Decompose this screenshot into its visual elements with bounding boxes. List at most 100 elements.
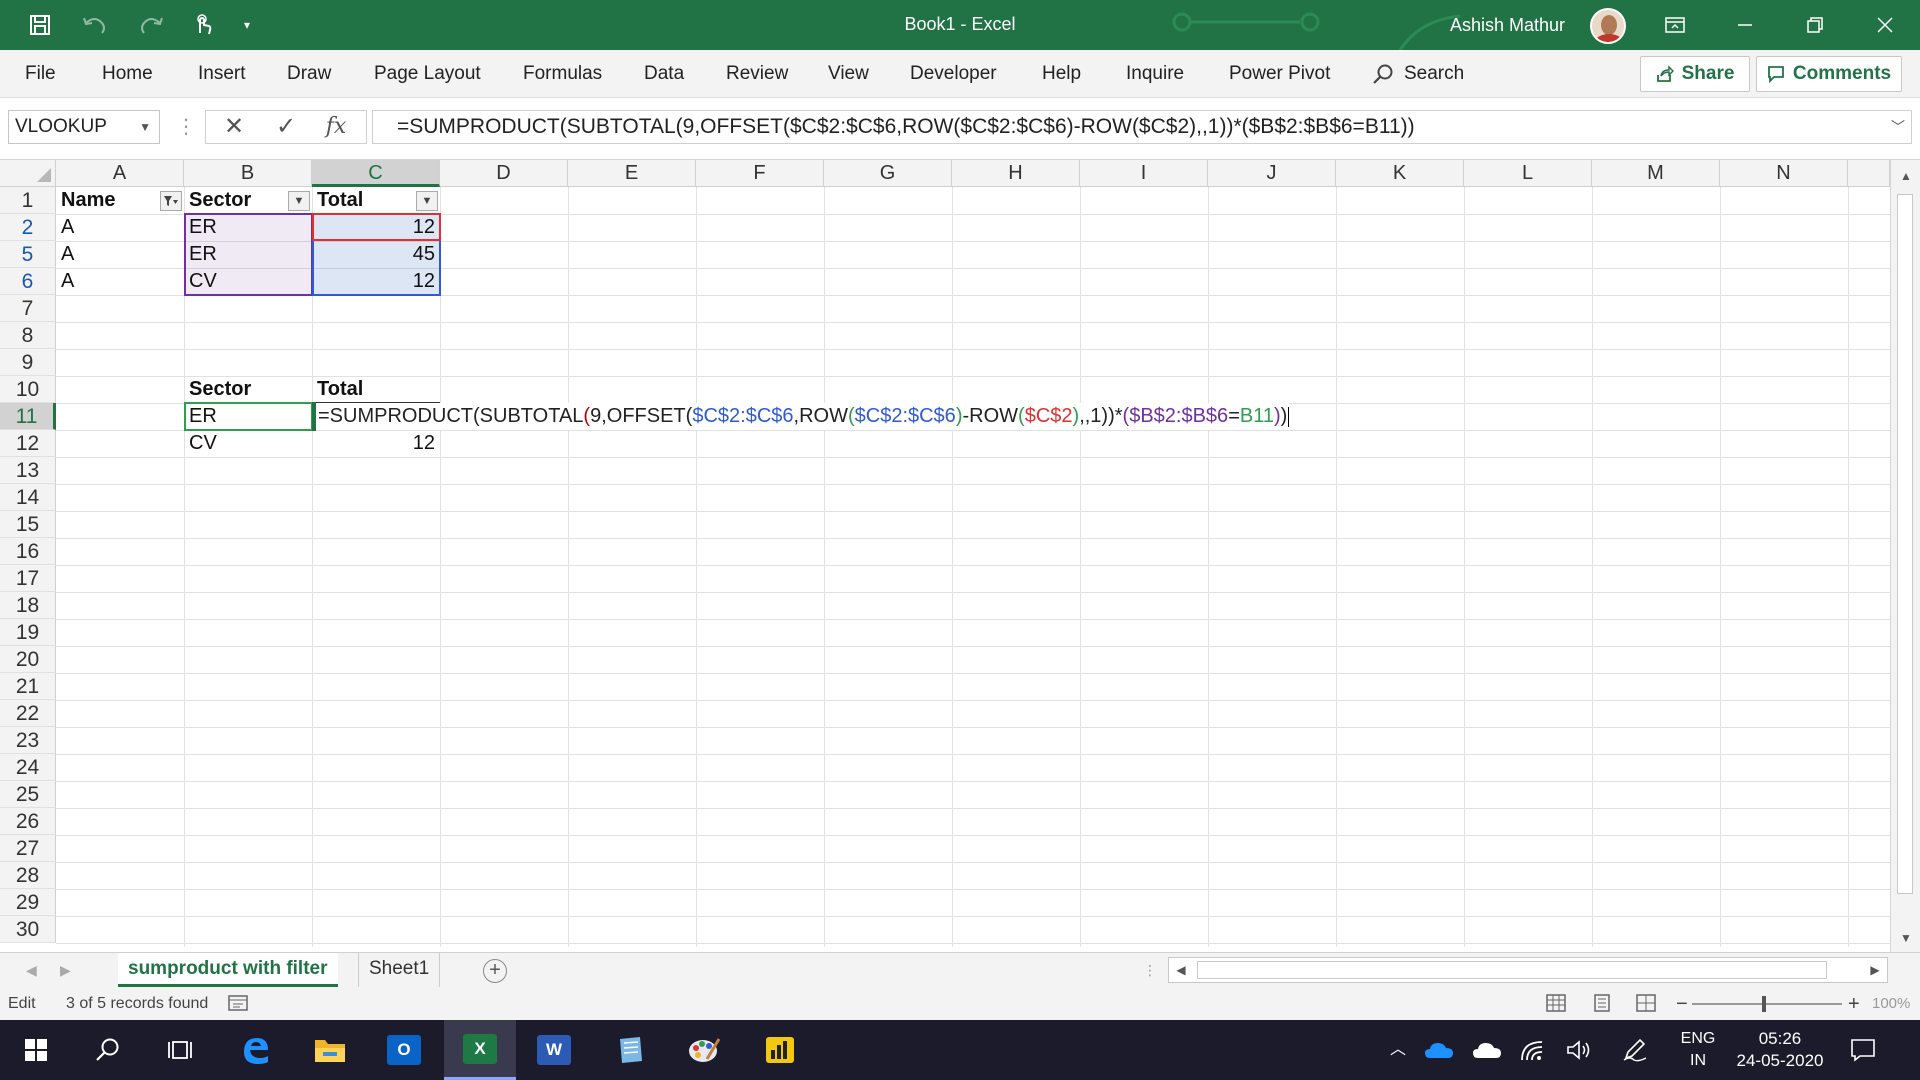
confirm-entry-icon[interactable]: ✓ bbox=[266, 111, 306, 143]
outlook-icon[interactable]: O bbox=[368, 1020, 440, 1080]
page-break-view-icon[interactable] bbox=[1636, 994, 1658, 1014]
zoom-slider[interactable] bbox=[1692, 1003, 1842, 1005]
column-header-k[interactable]: K bbox=[1336, 160, 1464, 187]
cell-a5[interactable]: A bbox=[56, 241, 184, 268]
row-header-28[interactable]: 28 bbox=[0, 862, 56, 889]
horizontal-scroll-thumb[interactable] bbox=[1197, 961, 1827, 979]
row-header-17[interactable]: 17 bbox=[0, 565, 56, 592]
tab-view[interactable]: View bbox=[828, 50, 869, 98]
tab-home[interactable]: Home bbox=[102, 50, 153, 98]
undo-icon[interactable] bbox=[70, 0, 120, 50]
row-header-6[interactable]: 6 bbox=[0, 268, 56, 295]
row-header-8[interactable]: 8 bbox=[0, 322, 56, 349]
cell-c2[interactable]: 12 bbox=[312, 214, 440, 241]
cell-c11-editor[interactable]: =SUMPRODUCT(SUBTOTAL(9,OFFSET($C$2:$C$6,… bbox=[314, 403, 1290, 430]
tab-formulas[interactable]: Formulas bbox=[523, 50, 602, 98]
cell-b10[interactable]: Sector bbox=[184, 376, 312, 403]
row-header-2[interactable]: 2 bbox=[0, 214, 56, 241]
onedrive-personal-icon[interactable] bbox=[1472, 1020, 1512, 1080]
scroll-right-icon[interactable]: ▶ bbox=[1863, 958, 1887, 982]
expand-formula-bar-icon[interactable]: ﹀ bbox=[1891, 111, 1905, 143]
onedrive-business-icon[interactable] bbox=[1424, 1020, 1464, 1080]
sheet-next-icon[interactable]: ▶ bbox=[60, 953, 71, 987]
column-header-a[interactable]: A bbox=[56, 160, 184, 187]
row-header-30[interactable]: 30 bbox=[0, 916, 56, 943]
row-header-13[interactable]: 13 bbox=[0, 457, 56, 484]
row-header-29[interactable]: 29 bbox=[0, 889, 56, 916]
row-header-23[interactable]: 23 bbox=[0, 727, 56, 754]
page-layout-view-icon[interactable] bbox=[1592, 994, 1614, 1014]
search-box[interactable]: Search bbox=[1372, 50, 1464, 98]
zoom-level[interactable]: 100% bbox=[1872, 988, 1910, 1020]
column-header-b[interactable]: B bbox=[184, 160, 312, 187]
spreadsheet-grid[interactable]: A B C D E F G H I J K L M N 1 2 5 6 7 8 … bbox=[0, 160, 1920, 952]
row-header-20[interactable]: 20 bbox=[0, 646, 56, 673]
filter-applied-icon[interactable] bbox=[160, 191, 182, 211]
formula-bar-grip-icon[interactable]: ⋮ bbox=[176, 110, 196, 144]
chevron-down-icon[interactable]: ▼ bbox=[139, 111, 151, 143]
zoom-in-icon[interactable]: + bbox=[1848, 988, 1860, 1020]
column-header-j[interactable]: J bbox=[1208, 160, 1336, 187]
row-header-5[interactable]: 5 bbox=[0, 241, 56, 268]
row-header-1[interactable]: 1 bbox=[0, 187, 56, 214]
row-header-19[interactable]: 19 bbox=[0, 619, 56, 646]
search-icon[interactable] bbox=[72, 1020, 144, 1080]
row-header-25[interactable]: 25 bbox=[0, 781, 56, 808]
ribbon-display-options-icon[interactable] bbox=[1640, 0, 1710, 50]
minimize-icon[interactable] bbox=[1710, 0, 1780, 50]
column-header-n[interactable]: N bbox=[1720, 160, 1848, 187]
vertical-scrollbar[interactable]: ▲ ▼ bbox=[1890, 160, 1920, 952]
pen-workspace-icon[interactable] bbox=[1622, 1020, 1662, 1080]
wifi-icon[interactable] bbox=[1520, 1020, 1560, 1080]
tab-draw[interactable]: Draw bbox=[287, 50, 331, 98]
column-header-o[interactable] bbox=[1848, 160, 1890, 187]
column-header-g[interactable]: G bbox=[824, 160, 952, 187]
tab-power-pivot[interactable]: Power Pivot bbox=[1229, 50, 1330, 98]
close-icon[interactable] bbox=[1850, 0, 1920, 50]
share-button[interactable]: Share bbox=[1640, 56, 1750, 92]
start-windows-icon[interactable] bbox=[0, 1020, 72, 1080]
tab-page-layout[interactable]: Page Layout bbox=[374, 50, 481, 98]
name-box[interactable]: VLOOKUP ▼ bbox=[8, 110, 160, 144]
cell-a6[interactable]: A bbox=[56, 268, 184, 295]
excel-taskbar-icon[interactable]: X bbox=[444, 1020, 516, 1080]
word-icon[interactable]: W bbox=[518, 1020, 590, 1080]
sheet-tab-sumproduct-with-filter[interactable]: sumproduct with filter bbox=[118, 953, 338, 987]
row-header-9[interactable]: 9 bbox=[0, 349, 56, 376]
restore-icon[interactable] bbox=[1780, 0, 1850, 50]
cell-b12[interactable]: CV bbox=[184, 430, 312, 457]
column-header-m[interactable]: M bbox=[1592, 160, 1720, 187]
column-header-i[interactable]: I bbox=[1080, 160, 1208, 187]
tab-developer[interactable]: Developer bbox=[910, 50, 997, 98]
touch-mode-icon[interactable] bbox=[178, 0, 228, 50]
zoom-out-icon[interactable]: − bbox=[1676, 988, 1688, 1020]
row-header-26[interactable]: 26 bbox=[0, 808, 56, 835]
customize-qat-icon[interactable]: ▾ bbox=[232, 0, 262, 50]
sheet-prev-icon[interactable]: ◀ bbox=[26, 953, 37, 987]
user-name[interactable]: Ashish Mathur bbox=[1450, 0, 1565, 50]
tab-file[interactable]: File bbox=[25, 50, 56, 98]
column-header-c[interactable]: C bbox=[312, 160, 440, 187]
power-bi-icon[interactable] bbox=[744, 1020, 816, 1080]
tab-review[interactable]: Review bbox=[726, 50, 788, 98]
zoom-slider-thumb[interactable] bbox=[1762, 996, 1766, 1012]
notepad-icon[interactable] bbox=[594, 1020, 666, 1080]
row-header-21[interactable]: 21 bbox=[0, 673, 56, 700]
row-header-22[interactable]: 22 bbox=[0, 700, 56, 727]
row-header-18[interactable]: 18 bbox=[0, 592, 56, 619]
volume-icon[interactable] bbox=[1566, 1020, 1606, 1080]
scroll-left-icon[interactable]: ◀ bbox=[1169, 958, 1193, 982]
column-header-d[interactable]: D bbox=[440, 160, 568, 187]
row-header-24[interactable]: 24 bbox=[0, 754, 56, 781]
show-hidden-icons-icon[interactable]: ︿ bbox=[1380, 1020, 1416, 1080]
formula-input[interactable]: =SUMPRODUCT(SUBTOTAL(9,OFFSET($C$2:$C$6,… bbox=[372, 110, 1912, 144]
row-header-16[interactable]: 16 bbox=[0, 538, 56, 565]
input-language[interactable]: ENG IN bbox=[1672, 1028, 1724, 1072]
cell-a2[interactable]: A bbox=[56, 214, 184, 241]
cell-b2[interactable]: ER bbox=[184, 214, 312, 241]
cell-c6[interactable]: 12 bbox=[312, 268, 440, 295]
redo-icon[interactable] bbox=[126, 0, 176, 50]
cell-c12[interactable]: 12 bbox=[312, 430, 440, 457]
filter-dropdown-icon[interactable]: ▼ bbox=[416, 191, 438, 211]
normal-view-icon[interactable] bbox=[1546, 994, 1568, 1014]
